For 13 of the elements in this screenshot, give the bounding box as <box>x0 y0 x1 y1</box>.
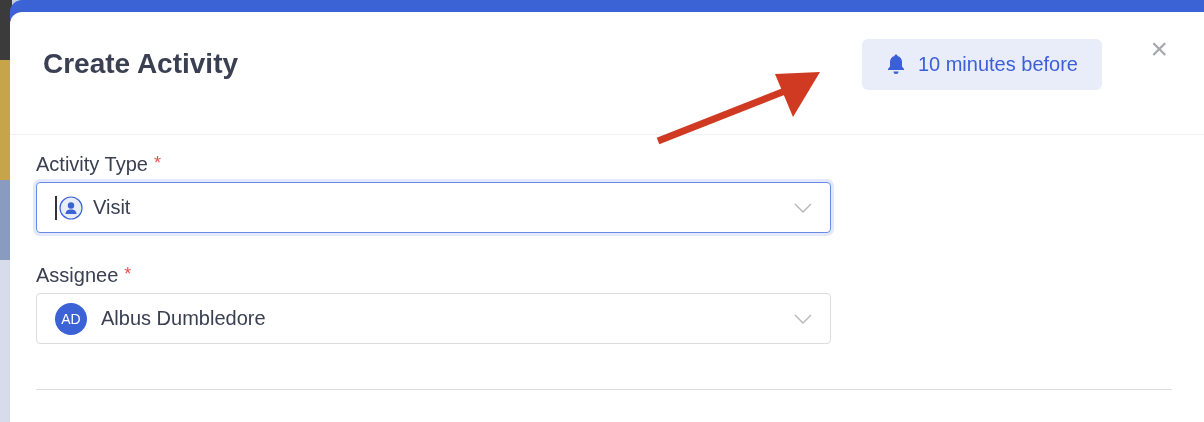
person-icon <box>59 195 83 220</box>
select-field[interactable]: Visit <box>36 182 831 233</box>
bell-icon <box>885 53 906 75</box>
reminder-button[interactable]: 10 minutes before <box>861 38 1102 90</box>
avatar: AD <box>55 302 87 335</box>
chevron-down-icon <box>794 313 812 324</box>
required-mark: * <box>153 153 161 174</box>
field-label: Assignee <box>36 264 119 287</box>
required-mark: * <box>124 264 132 285</box>
chevron-down-icon <box>794 202 812 213</box>
dialog-title: Create Activity <box>43 48 240 80</box>
select-field[interactable]: AD Albus Dumbledore <box>36 293 831 344</box>
field-label: Activity Type <box>36 153 148 176</box>
